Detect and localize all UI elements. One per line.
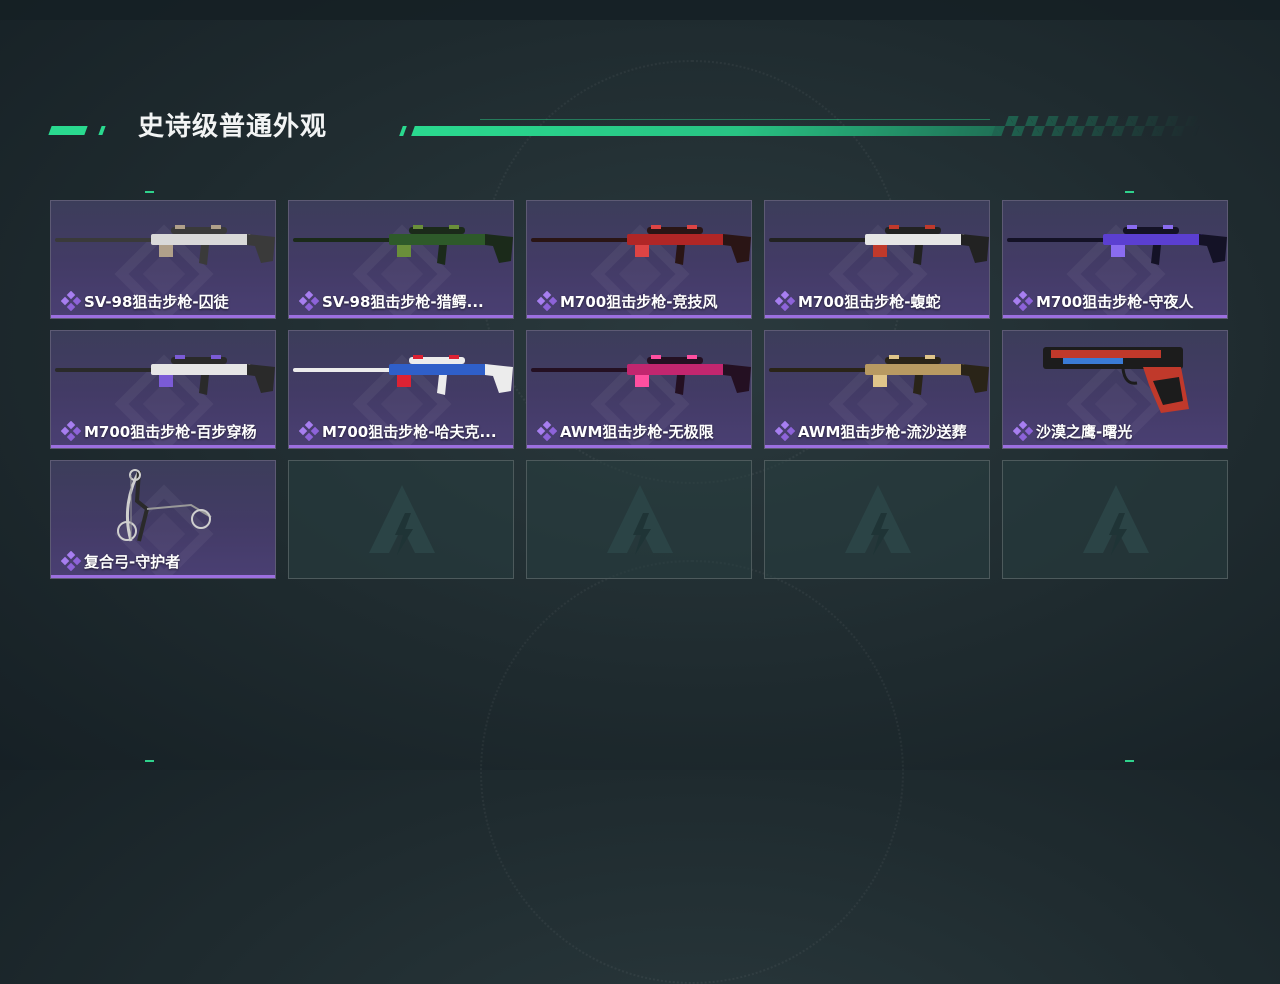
section-header: 史诗级普通外观	[48, 112, 1204, 142]
skin-card[interactable]: 复合弓-守护者	[50, 460, 276, 579]
game-logo-icon	[845, 485, 911, 555]
epic-quality-icon	[61, 291, 81, 311]
empty-slot	[288, 460, 514, 579]
skin-label: M700狙击步枪-竞技风	[537, 290, 717, 312]
empty-slot	[526, 460, 752, 579]
epic-quality-icon	[537, 291, 557, 311]
epic-quality-icon	[61, 421, 81, 441]
skin-label: AWM狙击步枪-流沙送葬	[775, 420, 967, 442]
skin-label: SV-98狙击步枪-猎鳄...	[299, 290, 484, 312]
epic-quality-icon	[1013, 291, 1033, 311]
corner-tick	[145, 191, 154, 193]
skin-name: AWM狙击步枪-流沙送葬	[798, 422, 967, 441]
epic-quality-icon	[299, 421, 319, 441]
corner-tick	[1125, 760, 1134, 762]
skin-name: M700狙击步枪-守夜人	[1036, 292, 1194, 311]
skin-name: 复合弓-守护者	[84, 552, 181, 571]
skin-name: SV-98狙击步枪-猎鳄...	[322, 292, 484, 311]
skin-card[interactable]: AWM狙击步枪-流沙送葬	[764, 330, 990, 449]
skin-card[interactable]: SV-98狙击步枪-猎鳄...	[288, 200, 514, 319]
skin-label: M700狙击步枪-哈夫克...	[299, 420, 497, 442]
background-ring-decoration	[480, 560, 904, 984]
header-accent-bar	[399, 126, 407, 136]
section-title: 史诗级普通外观	[138, 112, 328, 142]
game-logo-icon	[369, 485, 435, 555]
skin-card[interactable]: 沙漠之鹰-曙光	[1002, 330, 1228, 449]
epic-quality-icon	[775, 291, 795, 311]
epic-quality-icon	[775, 421, 795, 441]
skin-card[interactable]: M700狙击步枪-守夜人	[1002, 200, 1228, 319]
corner-tick	[145, 760, 154, 762]
skin-name: SV-98狙击步枪-囚徒	[84, 292, 229, 311]
skin-name: 沙漠之鹰-曙光	[1036, 422, 1133, 441]
skin-card[interactable]: SV-98狙击步枪-囚徒	[50, 200, 276, 319]
skin-label: SV-98狙击步枪-囚徒	[61, 290, 229, 312]
empty-slot	[764, 460, 990, 579]
skin-name: M700狙击步枪-哈夫克...	[322, 422, 497, 441]
skin-card[interactable]: M700狙击步枪-竞技风	[526, 200, 752, 319]
skin-name: AWM狙击步枪-无极限	[560, 422, 714, 441]
skin-name: M700狙击步枪-蝮蛇	[798, 292, 941, 311]
skin-label: M700狙击步枪-蝮蛇	[775, 290, 940, 312]
epic-quality-icon	[61, 551, 81, 571]
epic-quality-icon	[537, 421, 557, 441]
header-accent-bar	[48, 126, 88, 135]
skin-name: M700狙击步枪-百步穿杨	[84, 422, 257, 441]
skin-label: 沙漠之鹰-曙光	[1013, 420, 1132, 442]
skin-label: M700狙击步枪-守夜人	[1013, 290, 1193, 312]
header-accent-bar	[98, 126, 106, 135]
corner-tick	[1125, 191, 1134, 193]
game-logo-icon	[607, 485, 673, 555]
game-logo-icon	[1083, 485, 1149, 555]
skin-card[interactable]: M700狙击步枪-蝮蛇	[764, 200, 990, 319]
skin-card[interactable]: AWM狙击步枪-无极限	[526, 330, 752, 449]
epic-quality-icon	[299, 291, 319, 311]
top-bar	[0, 0, 1280, 20]
skin-name: M700狙击步枪-竞技风	[560, 292, 718, 311]
skin-label: 复合弓-守护者	[61, 550, 180, 572]
skin-label: AWM狙击步枪-无极限	[537, 420, 714, 442]
header-checker-pattern	[991, 116, 1204, 136]
skin-card[interactable]: M700狙击步枪-百步穿杨	[50, 330, 276, 449]
epic-quality-icon	[1013, 421, 1033, 441]
skin-label: M700狙击步枪-百步穿杨	[61, 420, 256, 442]
header-accent-line	[411, 126, 1005, 136]
skin-card[interactable]: M700狙击步枪-哈夫克...	[288, 330, 514, 449]
header-thin-line	[480, 119, 990, 120]
empty-slot	[1002, 460, 1228, 579]
